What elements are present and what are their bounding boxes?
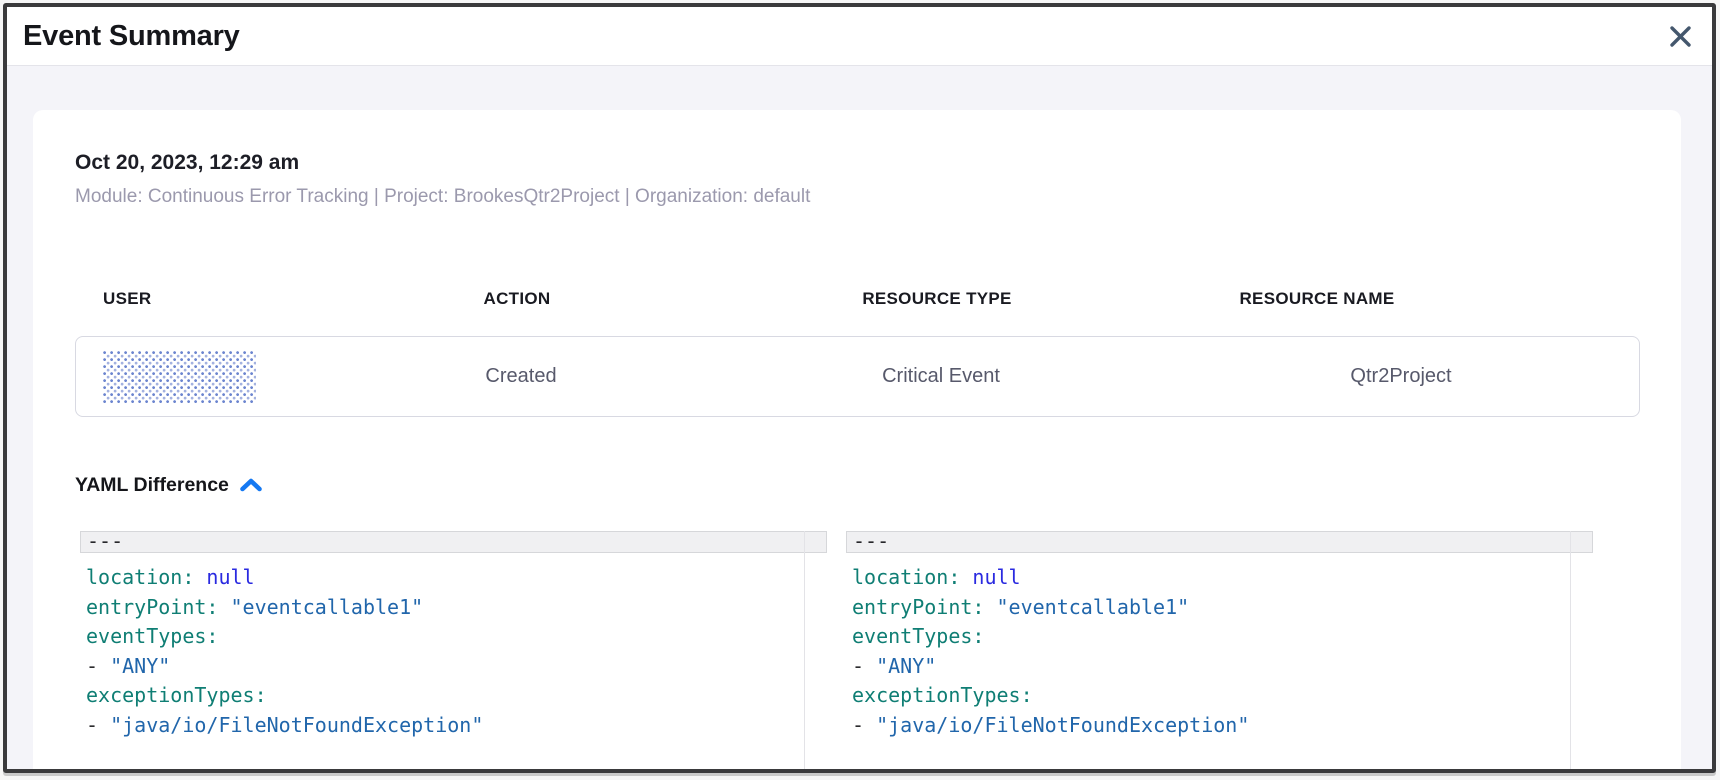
yaml-code-line: - "java/io/FileNotFoundException" — [852, 711, 1593, 741]
column-header-action: ACTION — [322, 290, 712, 307]
event-card: Oct 20, 2023, 12:29 am Module: Continuou… — [33, 110, 1681, 769]
chevron-up-icon — [239, 477, 263, 493]
page-title: Event Summary — [23, 20, 1662, 53]
resource-type-cell: Critical Event — [716, 337, 1166, 416]
redacted-user-pattern — [103, 351, 256, 403]
yaml-code-line: eventTypes: — [852, 622, 1593, 652]
yaml-collapse-toggle[interactable] — [239, 477, 263, 493]
yaml-diff-header: YAML Difference — [75, 474, 1681, 496]
modal-body: Oct 20, 2023, 12:29 am Module: Continuou… — [7, 66, 1712, 769]
yaml-panel-right: --- location: nullentryPoint: "eventcall… — [846, 531, 1593, 769]
yaml-doc-start-left: --- — [80, 531, 827, 553]
yaml-code-line: entryPoint: "eventcallable1" — [86, 593, 827, 623]
table-row: Created Critical Event Qtr2Project — [75, 336, 1640, 417]
modal-header: Event Summary — [7, 7, 1712, 66]
yaml-diff-viewer: --- location: nullentryPoint: "eventcall… — [80, 531, 1681, 769]
yaml-code-left: location: nullentryPoint: "eventcallable… — [80, 553, 827, 740]
yaml-doc-start-right: --- — [846, 531, 1593, 553]
yaml-code-right: location: nullentryPoint: "eventcallable… — [846, 553, 1593, 740]
yaml-code-line: exceptionTypes: — [86, 681, 827, 711]
action-cell: Created — [326, 337, 716, 416]
column-header-resource-type: RESOURCE TYPE — [712, 290, 1162, 307]
event-timestamp: Oct 20, 2023, 12:29 am — [75, 150, 1681, 176]
resource-name-cell: Qtr2Project — [1166, 337, 1636, 416]
table-header: USER ACTION RESOURCE TYPE RESOURCE NAME — [75, 290, 1640, 307]
yaml-code-line: - "java/io/FileNotFoundException" — [86, 711, 827, 741]
yaml-panel-left: --- location: nullentryPoint: "eventcall… — [80, 531, 827, 769]
column-header-user: USER — [75, 290, 322, 307]
event-meta: Module: Continuous Error Tracking | Proj… — [75, 186, 1681, 208]
column-header-resource-name: RESOURCE NAME — [1162, 290, 1472, 307]
yaml-code-line: location: null — [852, 563, 1593, 593]
close-button[interactable] — [1662, 18, 1698, 54]
user-cell — [76, 337, 326, 416]
yaml-code-line: eventTypes: — [86, 622, 827, 652]
event-summary-modal: Event Summary Oct 20, 2023, 12:29 am Mod… — [3, 3, 1716, 773]
yaml-code-line: exceptionTypes: — [852, 681, 1593, 711]
yaml-code-line: location: null — [86, 563, 827, 593]
close-icon — [1667, 23, 1694, 50]
yaml-code-line: entryPoint: "eventcallable1" — [852, 593, 1593, 623]
yaml-code-line: - "ANY" — [86, 652, 827, 682]
yaml-code-line: - "ANY" — [852, 652, 1593, 682]
yaml-diff-label: YAML Difference — [75, 474, 229, 496]
